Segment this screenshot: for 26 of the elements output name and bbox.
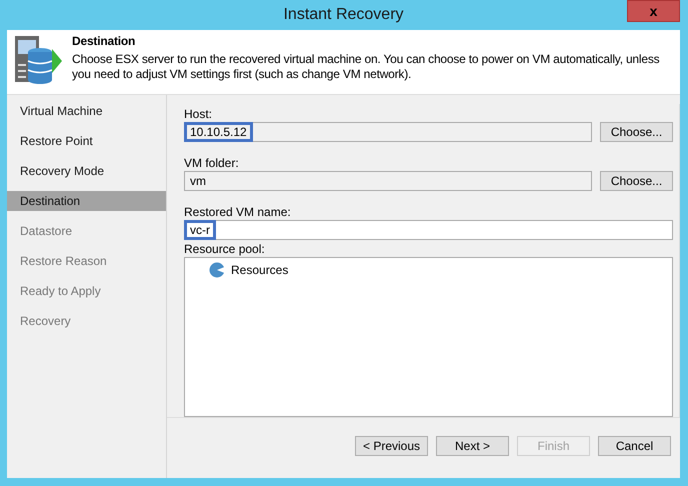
tree-item[interactable]: Resources [231,263,288,277]
wizard-button[interactable]: Cancel [598,436,671,456]
field-label: Resource pool: [184,241,265,257]
wizard-button[interactable]: < Previous [355,436,428,456]
choose-button[interactable]: Choose... [600,171,673,191]
page-title: Destination [72,34,136,48]
choose-button[interactable]: Choose... [600,122,673,142]
text-field[interactable]: vm [184,171,592,191]
server-database-icon [14,34,62,86]
page-description: Choose ESX server to run the recovered virtual machine on. You can choose to power on VM automatically, unless you need to adjust VM settings first (such as change VM network). [72,52,660,82]
text-field[interactable]: vc-r [184,220,673,240]
field-label: Host: [184,106,212,122]
pie-icon [209,262,225,278]
window-title: Instant Recovery [283,6,404,24]
close-button[interactable]: x [627,0,680,22]
field-label: Restored VM name: [184,204,291,220]
field-value: 10.10.5.12 [184,122,253,142]
field-value: vm [189,173,207,190]
text-field[interactable]: 10.10.5.12 [184,122,592,142]
wizard-step[interactable]: Destination [7,191,166,211]
wizard-step[interactable]: Recovery Mode [7,161,166,181]
wizard-step[interactable]: Virtual Machine [7,101,166,121]
field-label: VM folder: [184,155,239,171]
field-value: vc-r [184,220,216,240]
wizard-button[interactable]: Next > [436,436,509,456]
wizard-step[interactable]: Restore Point [7,131,166,151]
